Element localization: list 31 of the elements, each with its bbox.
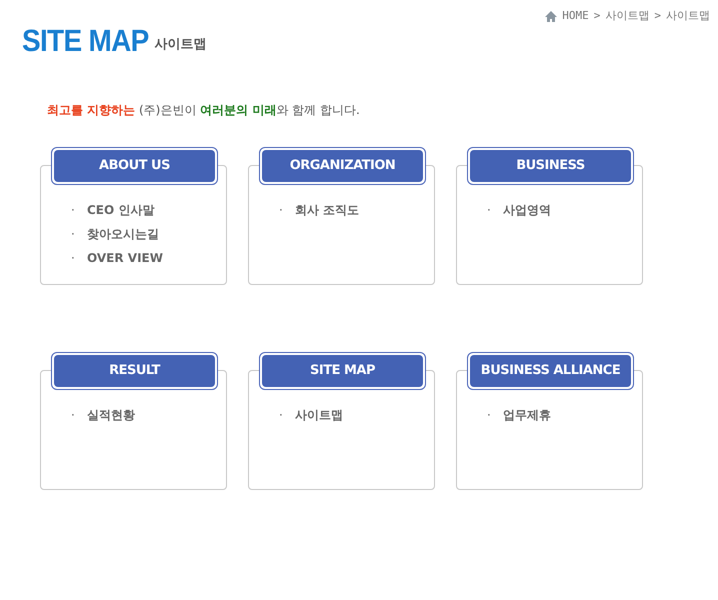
sitemap-link[interactable]: 업무제휴 [503,406,551,424]
bullet: · [71,202,76,218]
sitemap-link[interactable]: 찾아오시는길 [87,224,159,242]
bullet: · [279,406,284,424]
bullet: · [487,406,492,424]
section-title-link[interactable]: SITE MAP [262,354,423,386]
section-title-link[interactable]: ORGANIZATION [262,150,423,182]
sitemap-link[interactable]: 사이트맵 [295,406,343,424]
section-title-link[interactable]: BUSINESS ALLIANCE [470,354,631,386]
page-subtitle: 사이트맵 [154,36,207,54]
breadcrumb-separator: > [594,8,600,24]
breadcrumb-link[interactable]: 사이트맵 [666,8,710,24]
section-title-link[interactable]: ABOUT US [54,150,215,182]
home-icon [545,10,558,22]
sitemap-link[interactable]: CEO 인사말 [87,200,154,218]
section-title-link[interactable]: BUSINESS [470,150,631,182]
breadcrumb-link[interactable]: HOME [562,8,589,24]
breadcrumb-separator: > [654,8,661,24]
bullet: · [71,226,76,242]
sitemap-link[interactable]: 실적현황 [87,406,135,424]
sitemap-link[interactable]: 사업영역 [503,200,551,218]
bullet: · [487,202,492,218]
bullet: · [71,250,76,266]
page-title: SITE MAP [22,25,149,56]
section-title-link[interactable]: RESULT [54,354,215,386]
sitemap-link[interactable]: 회사 조직도 [295,200,360,218]
breadcrumb-link[interactable]: 사이트맵 [605,8,650,24]
bullet: · [71,406,76,424]
sitemap-link[interactable]: OVER VIEW [87,248,163,266]
tagline: 최고를 지향하는 (주)은빈이 여러분의 미래와 함께 합니다. [47,102,360,118]
bullet: · [279,202,284,218]
